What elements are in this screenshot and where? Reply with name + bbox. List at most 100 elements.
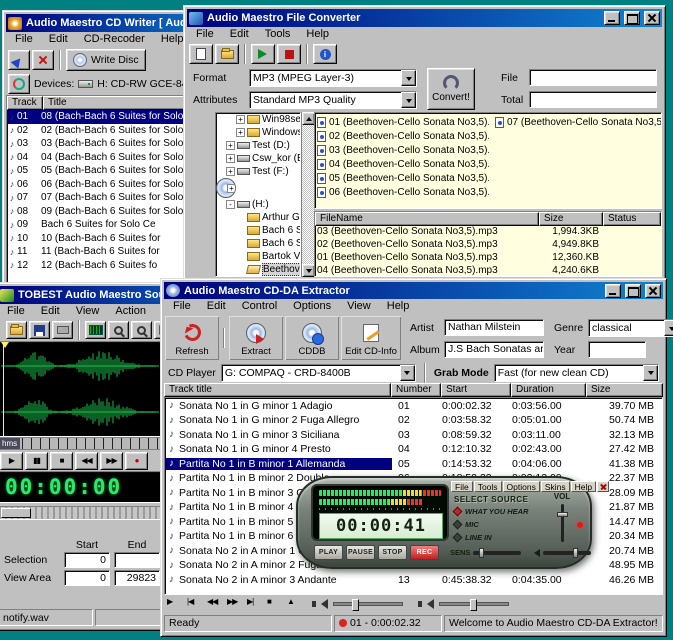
artist-field[interactable]: Nathan Milstein (444, 319, 544, 337)
menu-item-skins[interactable]: Skins (540, 481, 570, 492)
tree-item[interactable]: Dvorak Violin C (216, 276, 300, 277)
new-list-button[interactable] (189, 44, 213, 64)
file-item[interactable]: 04 (Beethoven-Cello Sonata No3,5).mp3 (317, 157, 489, 171)
cddb-button[interactable]: CDDB (284, 315, 340, 362)
zoom-out-button[interactable] (131, 321, 152, 339)
menu-item-options[interactable]: Options (502, 481, 540, 492)
minimize-button[interactable] (605, 283, 621, 298)
track-row[interactable]: ♪ Sonata No 1 in G minor 3 Siciliana 03 0… (165, 427, 662, 442)
about-button[interactable]: i (313, 44, 337, 64)
menu-item[interactable]: File (188, 27, 222, 42)
next-track-button[interactable]: ▶| (246, 596, 265, 613)
rewind-button[interactable]: ◀◀ (206, 596, 225, 613)
expand-icon[interactable]: - (226, 200, 235, 209)
tree-item[interactable]: - (H:) (216, 198, 300, 211)
position-slider-thumb[interactable] (1, 508, 31, 518)
play-button[interactable]: ▶ (0, 451, 23, 470)
volume-slider-thumb[interactable] (352, 599, 359, 612)
playback-cursor[interactable] (3, 342, 4, 436)
track-row[interactable]: ♪ Partita No 1 in B minor 1 Allemanda 05 … (165, 456, 662, 471)
column-number[interactable]: Number (391, 383, 441, 398)
tree-item[interactable]: + Csw_kor (E:) (216, 152, 300, 165)
rewind-button[interactable]: ◀◀ (75, 451, 98, 470)
menu-item-file[interactable]: File (451, 481, 473, 492)
column-status[interactable]: Status (603, 212, 661, 226)
open-folder-button[interactable] (215, 44, 239, 64)
radio-diamond-icon[interactable] (452, 506, 463, 517)
column-start[interactable]: Start (441, 383, 511, 398)
tree-item[interactable]: Bach 6 Suites fo (216, 224, 300, 237)
expand-icon[interactable]: + (236, 115, 245, 124)
record-button[interactable]: REC (410, 545, 439, 560)
tree-item[interactable]: + Windows (216, 126, 300, 139)
menu-item[interactable]: View (68, 304, 108, 319)
menu-item[interactable]: Control (234, 299, 285, 314)
source-option[interactable]: MIC (452, 519, 562, 530)
recorder-volume-slider[interactable] (556, 504, 568, 542)
pause-button[interactable]: PAUSE (346, 545, 375, 560)
track-row[interactable]: ♪ Sonata No 1 in G minor 4 Presto 04 0:12… (165, 442, 662, 457)
file-item[interactable]: 06 (Beethoven-Cello Sonata No3,5).mp3 (317, 185, 489, 199)
album-field[interactable]: J.S Bach Sonatas and (444, 341, 544, 359)
stop-button[interactable]: ■ (50, 451, 73, 470)
radio-diamond-icon[interactable] (452, 519, 463, 530)
menu-item[interactable]: Help (298, 27, 337, 42)
column-size[interactable]: Size (586, 383, 663, 398)
menu-item[interactable]: Options (285, 299, 339, 314)
delete-track-button[interactable] (32, 50, 54, 70)
view-end-field[interactable]: 29823 (114, 570, 160, 586)
menu-item[interactable]: File (165, 299, 199, 314)
tree-item[interactable]: Arthur Grumiaux (216, 211, 300, 224)
zoom-in-button[interactable] (108, 321, 129, 339)
chevron-down-icon[interactable] (401, 70, 416, 86)
forward-button[interactable]: ▶▶ (100, 451, 123, 470)
chevron-down-icon[interactable] (401, 92, 416, 108)
sens-thumb[interactable] (479, 547, 485, 558)
cd-player-combo[interactable]: G: COMPAQ - CRD-8400B (220, 363, 416, 382)
expand-icon[interactable]: + (226, 154, 235, 163)
grab-mode-combo[interactable]: Fast (for new clean CD) (493, 363, 659, 382)
close-icon[interactable] (597, 481, 610, 492)
extractor-titlebar[interactable]: Audio Maestro CD-DA Extractor (164, 282, 663, 300)
menu-item-help[interactable]: Help (570, 481, 597, 492)
print-button[interactable] (52, 321, 73, 339)
eject-button[interactable]: ▲ (286, 596, 305, 613)
menu-item[interactable]: Edit (33, 304, 68, 319)
stop-convert-button[interactable] (277, 44, 301, 64)
play-button[interactable]: PLAY (314, 545, 343, 560)
track-row[interactable]: ♪ Sonata No 1 in G minor 2 Fuga Allegro 0… (165, 413, 662, 428)
expand-icon[interactable]: + (236, 128, 245, 137)
tree-item[interactable]: + Win98se (216, 113, 300, 126)
recorder-widget[interactable]: 00:00:41 File Tools Options Skins Help S… (296, 476, 610, 569)
column-track-title[interactable]: Track title (164, 383, 391, 398)
menu-item-tools[interactable]: Tools (473, 481, 502, 492)
menu-item[interactable]: Edit (199, 299, 234, 314)
start-convert-button[interactable] (251, 44, 275, 64)
edit-track-button[interactable] (8, 50, 30, 70)
convert-button[interactable]: Convert! (427, 68, 475, 110)
queue-row[interactable]: 01 (Beethoven-Cello Sonata No3,5).mp3 12… (315, 252, 661, 265)
menu-item[interactable]: Tools (257, 27, 299, 42)
queue-row[interactable]: 02 (Beethoven-Cello Sonata No3,5).mp3 4,… (315, 239, 661, 252)
volume-slider[interactable] (333, 599, 403, 612)
view-start-field[interactable]: 0 (64, 570, 110, 586)
wave-view-button[interactable] (85, 321, 106, 339)
source-option[interactable]: LINE IN (452, 532, 562, 543)
radio-diamond-icon[interactable] (452, 532, 463, 543)
column-track[interactable]: Track (7, 96, 43, 110)
menu-item[interactable]: File (7, 32, 41, 47)
menu-item[interactable]: Edit (41, 32, 76, 47)
previous-track-button[interactable]: |◀ (186, 596, 205, 613)
save-button[interactable] (29, 321, 50, 339)
edit-cd-info-button[interactable]: Edit CD-Info (340, 315, 402, 362)
menu-item[interactable]: Edit (222, 27, 257, 42)
file-item[interactable]: 02 (Beethoven-Cello Sonata No3,5).mp3 (317, 129, 489, 143)
source-option[interactable]: WHAT YOU HEAR (452, 506, 562, 517)
record-button[interactable]: ● (125, 451, 148, 470)
tree-item[interactable]: + Test (D:) (216, 139, 300, 152)
chevron-down-icon[interactable] (664, 320, 673, 337)
sens-slider[interactable] (473, 547, 522, 558)
tree-item[interactable]: + Audio CD (G:) (216, 178, 236, 198)
open-button[interactable] (6, 321, 27, 339)
tree-item[interactable]: + Test (F:) (216, 165, 300, 178)
